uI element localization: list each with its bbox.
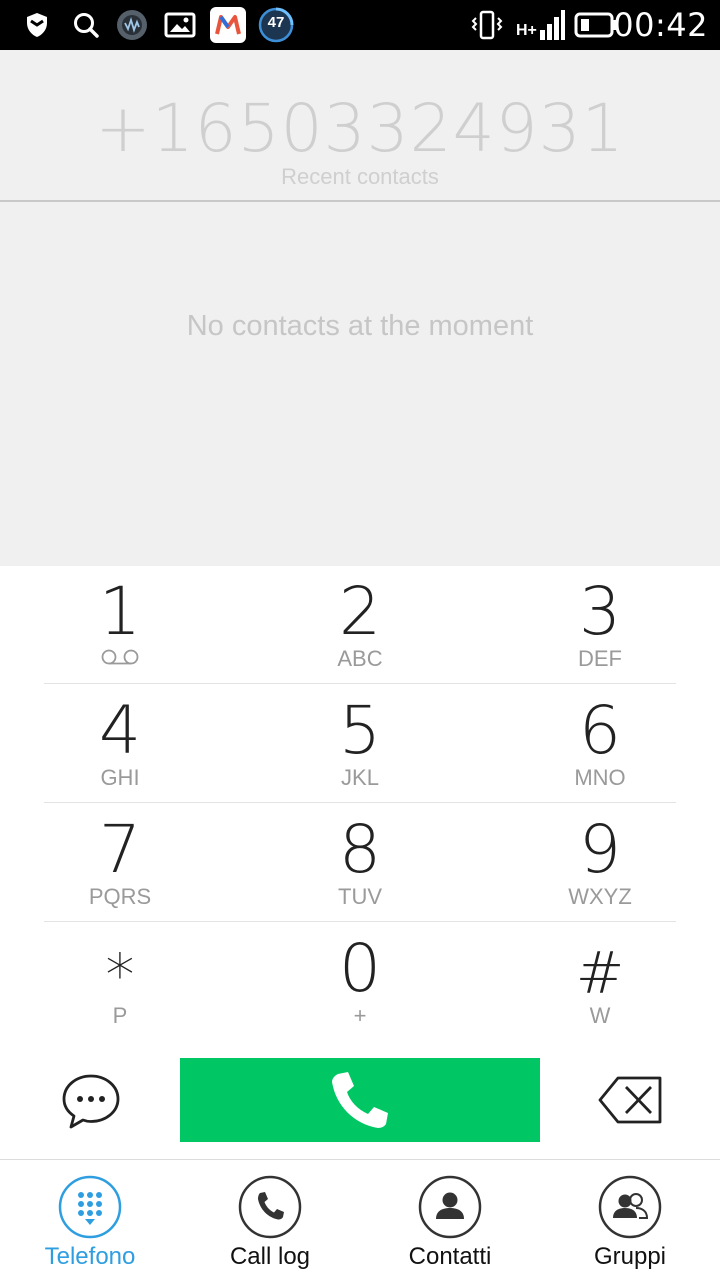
- tab-gruppi[interactable]: Gruppi: [540, 1161, 720, 1280]
- key-3[interactable]: 3 DEF: [480, 566, 720, 684]
- key-digit: 9: [579, 811, 621, 888]
- key-digit: 0: [339, 930, 381, 1007]
- vibrate-icon: [470, 8, 504, 42]
- key-letters: DEF: [578, 646, 622, 671]
- phone-icon: [238, 1175, 302, 1239]
- phone-icon: [332, 1072, 388, 1128]
- key-2[interactable]: 2 ABC: [240, 566, 480, 684]
- dialer-screen: 47 H+ 00:42 +16503324931 Recent contacts…: [0, 0, 720, 1280]
- key-star[interactable]: * P: [0, 923, 240, 1041]
- key-letters: ABC: [337, 646, 383, 671]
- key-digit: 2: [339, 573, 381, 650]
- voicemail-icon: [0, 646, 240, 672]
- tab-call-log[interactable]: Call log: [180, 1161, 360, 1280]
- chat-bubble-icon: [62, 1074, 120, 1129]
- backspace-button[interactable]: [596, 1070, 664, 1130]
- tab-label: Telefono: [44, 1243, 136, 1270]
- status-bar: 47 H+ 00:42: [0, 0, 720, 50]
- call-button[interactable]: [180, 1058, 540, 1142]
- search-icon: [70, 8, 102, 42]
- key-letters: +: [353, 1003, 367, 1028]
- key-letters: P: [112, 1003, 128, 1028]
- key-digit: #: [575, 939, 625, 1007]
- key-digit: 1: [99, 573, 141, 650]
- image-icon: [162, 8, 198, 42]
- key-digit: 6: [579, 692, 621, 769]
- key-letters: MNO: [574, 765, 626, 790]
- key-digit: 5: [339, 692, 381, 769]
- key-digit: 7: [99, 811, 141, 888]
- tab-contatti[interactable]: Contatti: [360, 1161, 540, 1280]
- key-digit: 8: [339, 811, 381, 888]
- key-letters: W: [589, 1003, 611, 1028]
- key-letters: GHI: [100, 765, 140, 790]
- key-letters: PQRS: [88, 884, 152, 909]
- key-row: 4 GHI 5 JKL 6 MNO: [44, 685, 676, 803]
- message-button[interactable]: [58, 1068, 124, 1134]
- recent-contacts-list: No contacts at the moment: [0, 202, 720, 566]
- tab-label: Call log: [229, 1243, 311, 1270]
- key-9[interactable]: 9 WXYZ: [480, 804, 720, 922]
- mail-app-icon: [210, 7, 246, 43]
- key-letters: TUV: [338, 884, 382, 909]
- battery-icon: [574, 8, 618, 42]
- key-digit: 4: [99, 692, 141, 769]
- backspace-icon: [598, 1076, 662, 1124]
- clock: 00:42: [613, 6, 708, 44]
- group-icon: [598, 1175, 662, 1239]
- signal-icon: H+: [514, 8, 566, 42]
- key-digit: 3: [579, 573, 621, 650]
- key-6[interactable]: 6 MNO: [480, 685, 720, 803]
- tab-telefono[interactable]: Telefono: [0, 1161, 180, 1280]
- recent-contacts-label: Recent contacts: [281, 164, 439, 189]
- tab-label: Contatti: [408, 1243, 492, 1270]
- dialed-number[interactable]: +16503324931: [0, 90, 720, 167]
- key-hash[interactable]: # W: [480, 923, 720, 1041]
- person-icon: [418, 1175, 482, 1239]
- empty-state-message: No contacts at the moment: [186, 310, 534, 342]
- key-letters: JKL: [341, 765, 379, 790]
- action-row: [0, 1042, 720, 1160]
- key-row: 7 PQRS 8 TUV 9 WXYZ: [44, 804, 676, 922]
- badge-count: 47: [267, 14, 285, 31]
- dialpad-icon: [58, 1175, 122, 1239]
- key-8[interactable]: 8 TUV: [240, 804, 480, 922]
- bottom-tab-bar: Telefono Call log Contatti Gruppi: [0, 1161, 720, 1280]
- audio-app-icon: [115, 8, 149, 42]
- tab-label: Gruppi: [593, 1243, 667, 1270]
- key-row: * P 0 + # W: [44, 923, 676, 1041]
- key-5[interactable]: 5 JKL: [240, 685, 480, 803]
- shield-icon: [22, 8, 52, 42]
- badge-count-icon: 47: [258, 7, 294, 43]
- key-digit: *: [105, 941, 135, 1009]
- key-7[interactable]: 7 PQRS: [0, 804, 240, 922]
- dialpad: 1 2 ABC 3 DEF 4 GHI 5 JKL 6 MNO 7 PQRS 8…: [0, 566, 720, 1042]
- key-0[interactable]: 0 +: [240, 923, 480, 1041]
- number-display: +16503324931 Recent contacts: [0, 50, 720, 202]
- key-row: 1 2 ABC 3 DEF: [44, 566, 676, 684]
- key-letters: WXYZ: [568, 884, 632, 909]
- key-4[interactable]: 4 GHI: [0, 685, 240, 803]
- key-1[interactable]: 1: [0, 566, 240, 684]
